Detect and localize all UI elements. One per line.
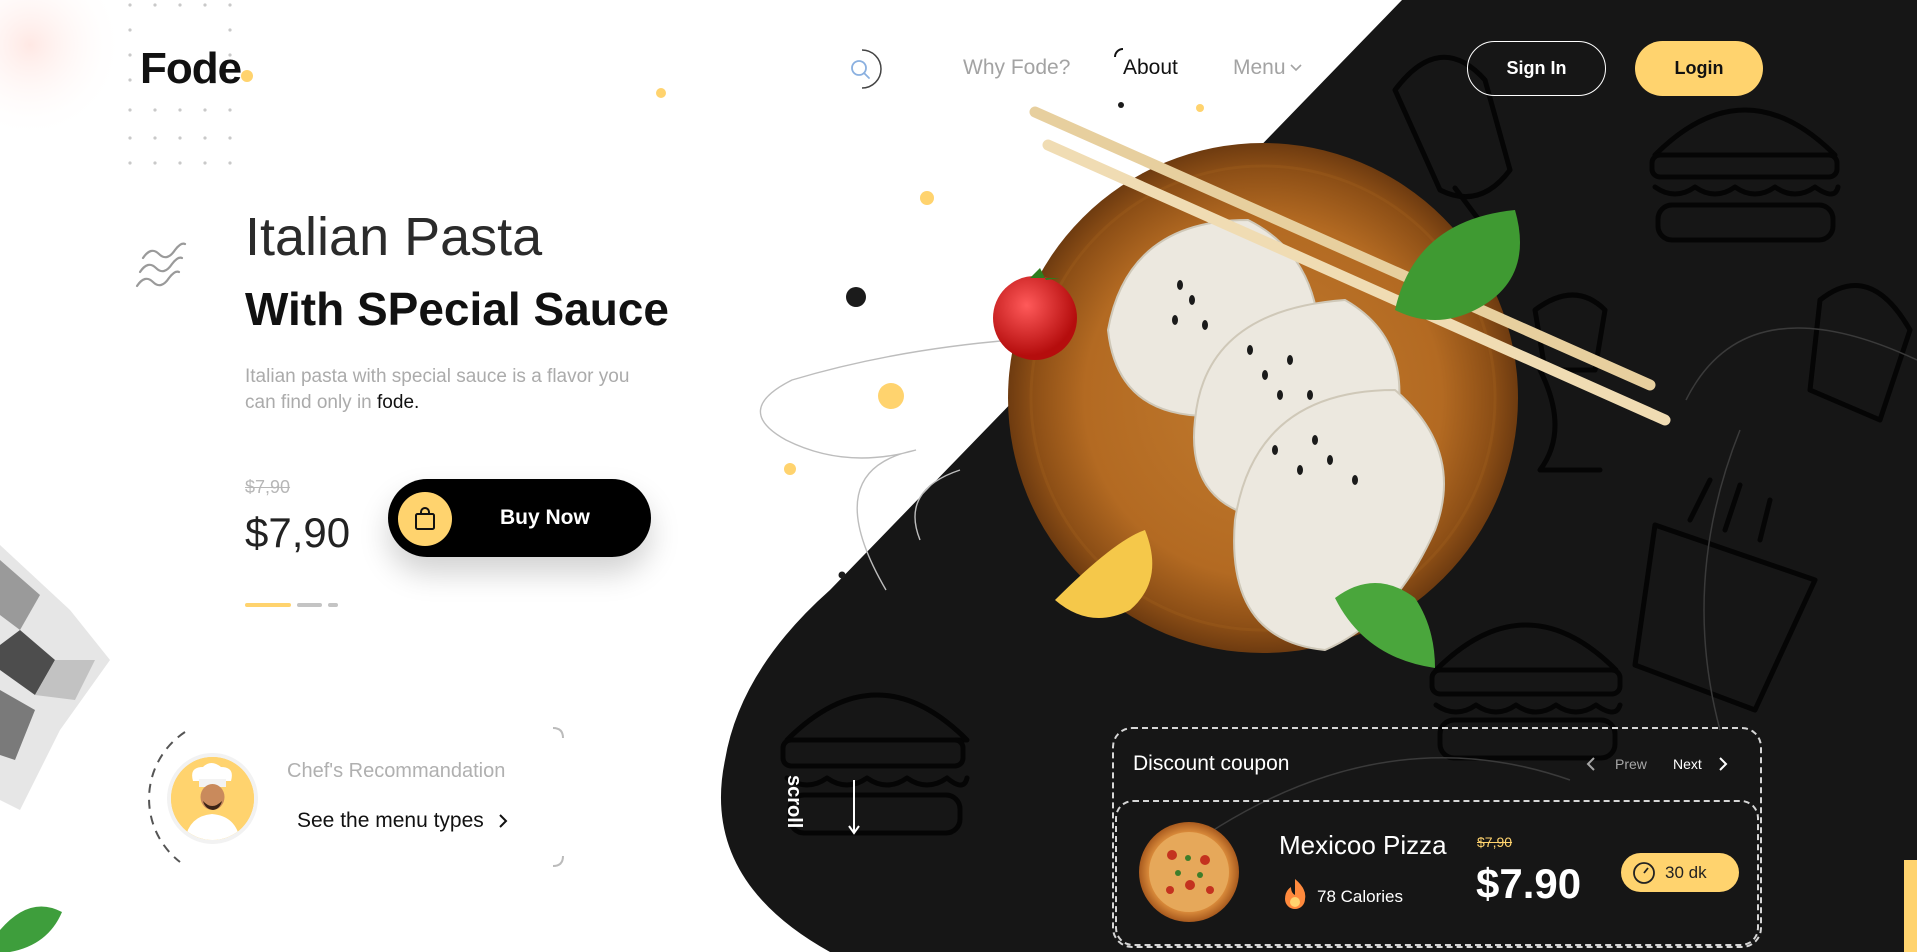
nav-why-fode[interactable]: Why Fode? bbox=[963, 56, 1070, 80]
hero-description-brand[interactable]: fode. bbox=[377, 392, 419, 413]
coupon-item-time-badge: 30 dk bbox=[1621, 853, 1739, 892]
search-icon bbox=[851, 49, 882, 89]
chevron-down-icon bbox=[1289, 64, 1302, 72]
scroll-label[interactable]: scroll bbox=[782, 775, 805, 828]
slider-dot-active[interactable] bbox=[245, 603, 291, 607]
see-menu-types-label: See the menu types bbox=[297, 809, 484, 832]
see-menu-types-link[interactable]: See the menu types bbox=[297, 809, 508, 833]
chevron-right-icon bbox=[499, 814, 508, 828]
sign-in-button[interactable]: Sign In bbox=[1467, 41, 1606, 96]
logo[interactable]: Fode bbox=[140, 44, 242, 94]
clock-icon bbox=[1633, 861, 1655, 884]
current-price: $7,90 bbox=[245, 509, 351, 556]
login-button[interactable]: Login bbox=[1635, 41, 1763, 96]
coupon-item-name: Mexicoo Pizza bbox=[1279, 830, 1447, 860]
search-button[interactable] bbox=[842, 49, 882, 89]
slider-dot[interactable] bbox=[328, 603, 338, 607]
chef-portrait bbox=[171, 757, 254, 840]
nav-about[interactable]: About bbox=[1123, 56, 1178, 80]
buy-now-label[interactable]: Buy Now bbox=[500, 506, 590, 530]
logo-dot bbox=[241, 70, 253, 82]
old-price: $7,90 bbox=[245, 477, 291, 497]
buy-now-icon-wrap[interactable] bbox=[398, 492, 452, 546]
nav-menu[interactable]: Menu bbox=[1233, 56, 1302, 80]
shopping-bag-icon bbox=[415, 507, 435, 530]
chevron-right-icon[interactable] bbox=[1718, 756, 1728, 772]
coupon-item-price: $7.90 bbox=[1476, 860, 1582, 907]
fire-icon bbox=[1285, 879, 1306, 909]
coupon-item-calories: 78 Calories bbox=[1317, 887, 1403, 906]
hero-description: Italian pasta with special sauce is a fl… bbox=[245, 364, 665, 416]
hero-description-text: Italian pasta with special sauce is a fl… bbox=[245, 366, 630, 413]
chef-recommendation-title: Chef's Recommandation bbox=[287, 760, 506, 782]
coupon-item-time: 30 dk bbox=[1665, 862, 1707, 882]
active-indicator bbox=[1114, 48, 1124, 58]
hero-title-line1: Italian Pasta bbox=[245, 207, 543, 267]
hero-title-line2: With SPecial Sauce bbox=[245, 283, 669, 335]
coupon-prev-button[interactable]: Prew bbox=[1615, 756, 1647, 772]
arrow-down-icon[interactable] bbox=[847, 780, 861, 836]
coupon-title: Discount coupon bbox=[1133, 752, 1290, 775]
slider-dot[interactable] bbox=[297, 603, 322, 607]
coupon-next-button[interactable]: Next bbox=[1673, 756, 1702, 772]
napkin-decoration bbox=[0, 545, 110, 810]
chevron-left-icon[interactable] bbox=[1586, 756, 1596, 772]
chef-avatar bbox=[167, 753, 258, 844]
nav-menu-label: Menu bbox=[1233, 56, 1286, 79]
coupon-item-old-price: $7,90 bbox=[1477, 834, 1513, 850]
